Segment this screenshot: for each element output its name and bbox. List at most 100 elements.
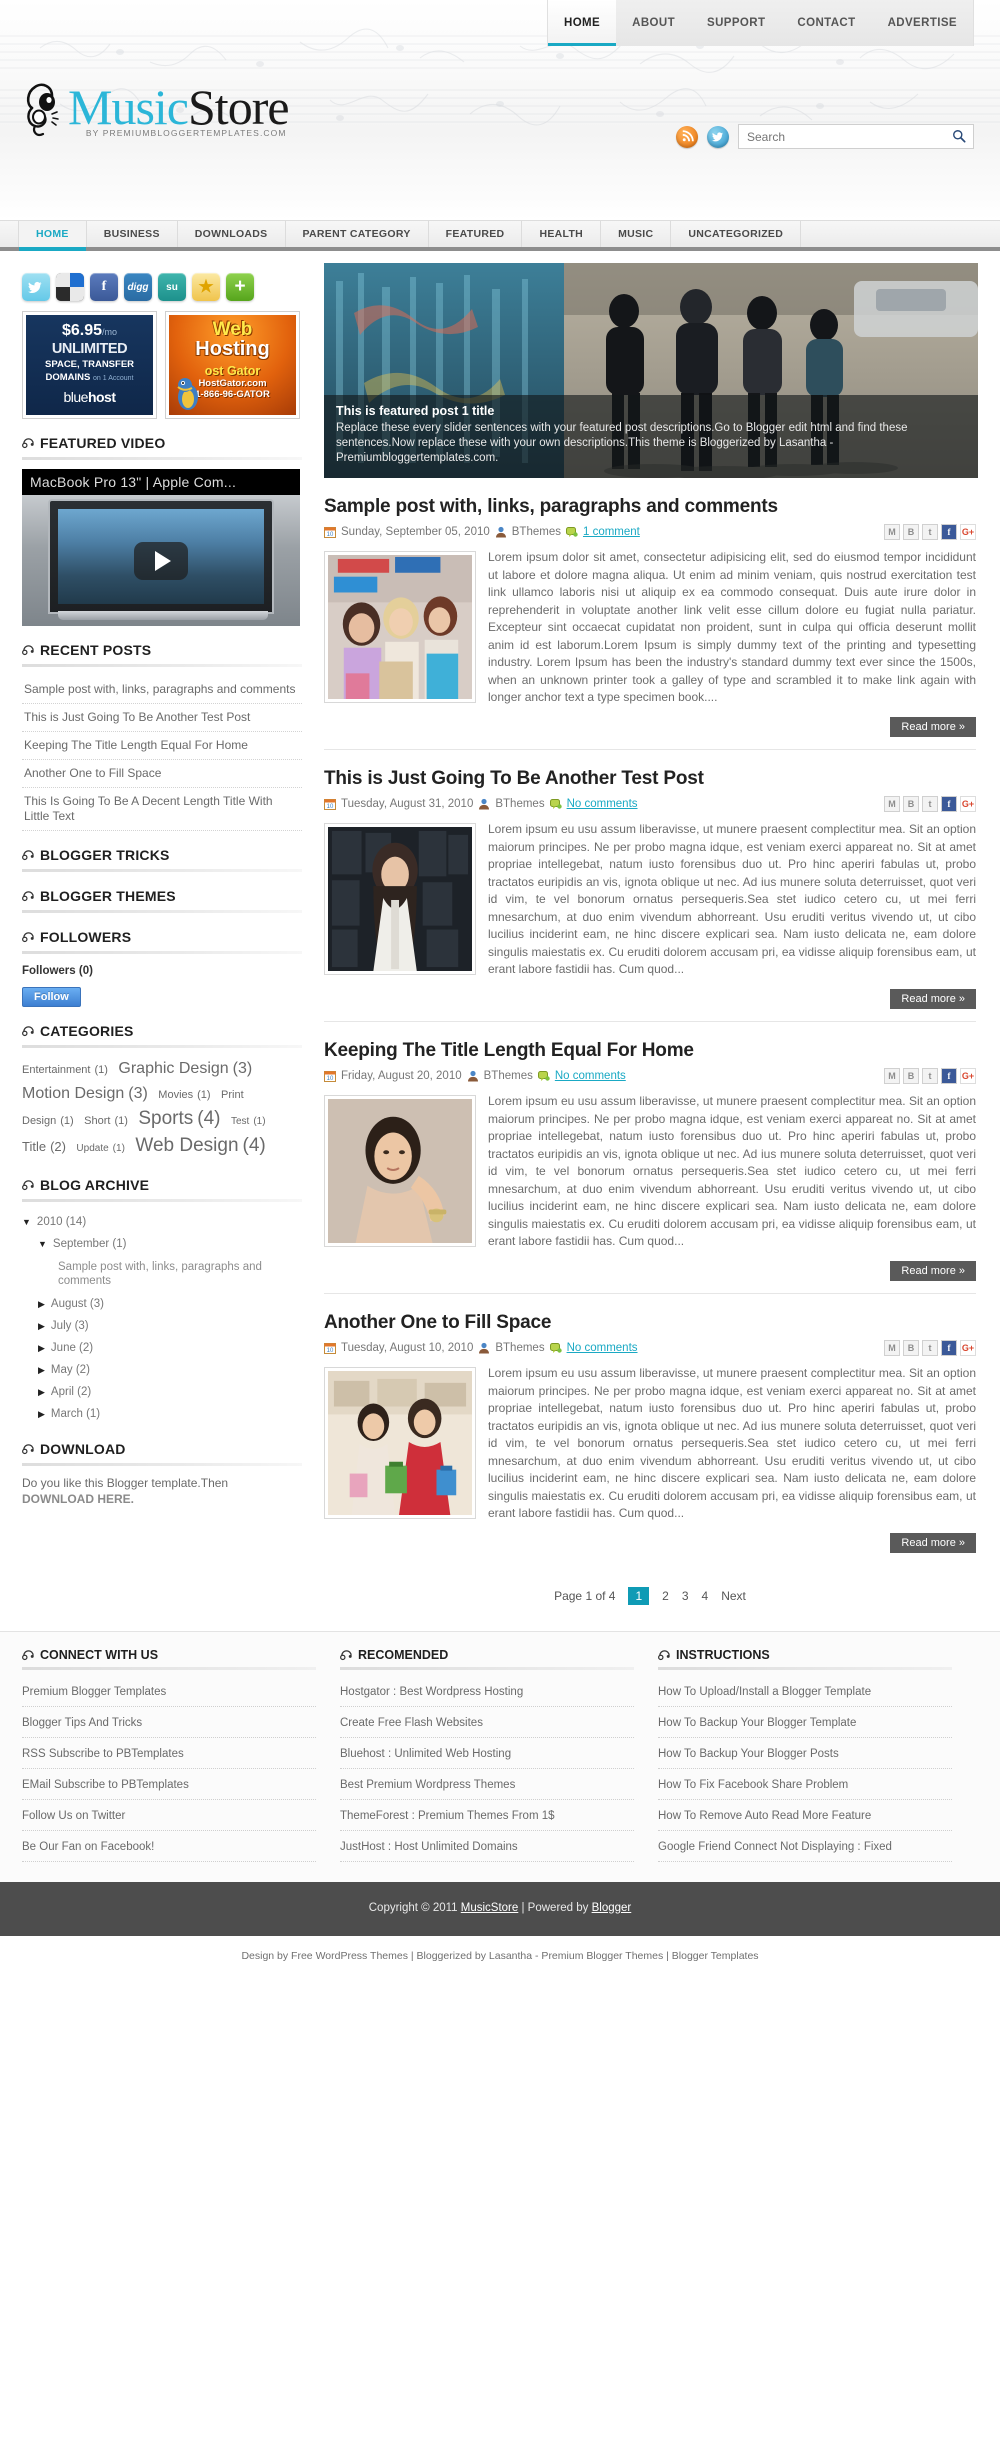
archive-month[interactable]: ▶ April (2) (22, 1381, 302, 1403)
expand-arrow-icon[interactable]: ▶ (38, 1365, 45, 1376)
list-item[interactable]: Sample post with, links, paragraphs and … (22, 676, 302, 704)
category-link-title[interactable]: Title (22, 1139, 46, 1154)
category-link-entertainment[interactable]: Entertainment (22, 1064, 90, 1076)
post-thumbnail[interactable] (324, 1095, 476, 1247)
site-logo[interactable]: MusicStore BY PREMIUMBLOGGERTEMPLATES.CO… (22, 80, 290, 138)
archive-month-label[interactable]: March (1) (51, 1408, 100, 1420)
list-item[interactable]: ThemeForest : Premium Themes From 1$ (340, 1800, 634, 1831)
list-item[interactable]: How To Fix Facebook Share Problem (658, 1769, 952, 1800)
archive-month-label[interactable]: September (1) (53, 1238, 127, 1250)
main-nav-item-parent-category[interactable]: PARENT CATEGORY (286, 221, 429, 247)
copyright-site-link[interactable]: MusicStore (461, 1902, 519, 1914)
post-comments-link[interactable]: No comments (567, 798, 638, 810)
pagination-page-2[interactable]: 2 (662, 1589, 669, 1603)
google-plus-share-icon[interactable]: G+ (960, 796, 976, 812)
main-nav-item-featured[interactable]: FEATURED (429, 221, 523, 247)
read-more-button[interactable]: Read more » (890, 1533, 976, 1553)
post-comments-link[interactable]: 1 comment (583, 526, 640, 538)
post-title-link[interactable]: Sample post with, links, paragraphs and … (324, 496, 778, 517)
footer-link[interactable]: Follow Us on Twitter (22, 1810, 125, 1822)
favorite-share-button[interactable]: ★ (192, 273, 220, 301)
search-icon[interactable] (952, 129, 966, 143)
archive-month[interactable]: ▶ July (3) (22, 1315, 302, 1337)
list-item[interactable]: Best Premium Wordpress Themes (340, 1769, 634, 1800)
footer-link[interactable]: Hostgator : Best Wordpress Hosting (340, 1686, 523, 1698)
blogger-share-icon[interactable]: B (903, 524, 919, 540)
expand-arrow-icon[interactable]: ▶ (38, 1409, 45, 1420)
gmail-share-icon[interactable]: M (884, 524, 900, 540)
archive-month[interactable]: ▶ June (2) (22, 1337, 302, 1359)
footer-link[interactable]: How To Upload/Install a Blogger Template (658, 1686, 871, 1698)
gmail-share-icon[interactable]: M (884, 1340, 900, 1356)
footer-link[interactable]: Be Our Fan on Facebook! (22, 1841, 154, 1853)
pagination-page-4[interactable]: 4 (702, 1589, 709, 1603)
list-item[interactable]: Blogger Tips And Tricks (22, 1707, 316, 1738)
twitter-share-icon[interactable]: t (922, 1340, 938, 1356)
expand-arrow-icon[interactable]: ▶ (38, 1343, 45, 1354)
pagination-next[interactable]: Next (721, 1589, 746, 1603)
list-item[interactable]: Premium Blogger Templates (22, 1676, 316, 1707)
featured-post-slider[interactable]: This is featured post 1 title Replace th… (324, 263, 978, 478)
footer-link[interactable]: JustHost : Host Unlimited Domains (340, 1841, 518, 1853)
post-thumbnail[interactable] (324, 551, 476, 703)
list-item[interactable]: Create Free Flash Websites (340, 1707, 634, 1738)
post-title-link[interactable]: This is Just Going To Be Another Test Po… (324, 768, 704, 789)
featured-video-player[interactable]: MacBook Pro 13" | Apple Com... (22, 469, 300, 626)
post-comments-link[interactable]: No comments (555, 1070, 626, 1082)
hostgator-ad[interactable]: Web Hosting ost Gator HostGator.com 1-86… (165, 311, 300, 419)
twitter-icon[interactable] (707, 125, 729, 148)
main-nav-item-health[interactable]: HEALTH (522, 221, 602, 247)
archive-post[interactable]: Sample post with, links, paragraphs and … (22, 1255, 302, 1293)
facebook-share-icon[interactable]: f (941, 524, 957, 540)
recent-post-link[interactable]: Keeping The Title Length Equal For Home (24, 738, 300, 753)
recent-post-link[interactable]: This Is Going To Be A Decent Length Titl… (24, 794, 300, 824)
twitter-share-icon[interactable]: t (922, 524, 938, 540)
search-box[interactable] (738, 124, 974, 149)
list-item[interactable]: JustHost : Host Unlimited Domains (340, 1831, 634, 1862)
archive-month-label[interactable]: June (2) (51, 1342, 93, 1354)
category-link-graphic-design[interactable]: Graphic Design (118, 1060, 228, 1077)
list-item[interactable]: How To Upload/Install a Blogger Template (658, 1676, 952, 1707)
footer-link[interactable]: Premium Blogger Templates (22, 1686, 166, 1698)
blogger-share-icon[interactable]: B (903, 796, 919, 812)
main-nav-item-business[interactable]: BUSINESS (87, 221, 178, 247)
archive-year-label[interactable]: 2010 (14) (37, 1216, 86, 1228)
pagination-page-1[interactable]: 1 (628, 1587, 650, 1605)
post-thumbnail[interactable] (324, 823, 476, 975)
archive-month[interactable]: ▶ May (2) (22, 1359, 302, 1381)
main-nav-item-home[interactable]: HOME (18, 221, 87, 251)
post-title-link[interactable]: Keeping The Title Length Equal For Home (324, 1040, 694, 1061)
list-item[interactable]: Follow Us on Twitter (22, 1800, 316, 1831)
read-more-button[interactable]: Read more » (890, 989, 976, 1009)
delicious-share-button[interactable] (56, 273, 84, 301)
expand-arrow-icon[interactable]: ▶ (38, 1387, 45, 1398)
copyright-platform-link[interactable]: Blogger (592, 1902, 632, 1914)
footer-link[interactable]: How To Remove Auto Read More Feature (658, 1810, 871, 1822)
archive-month-label[interactable]: April (2) (51, 1386, 91, 1398)
twitter-share-icon[interactable]: t (922, 796, 938, 812)
bluehost-ad[interactable]: $6.95/mo UNLIMITED SPACE, TRANSFER DOMAI… (22, 311, 157, 419)
list-item[interactable]: How To Backup Your Blogger Posts (658, 1738, 952, 1769)
post-title[interactable]: Another One to Fill Space (324, 1312, 976, 1334)
post-title[interactable]: Sample post with, links, paragraphs and … (324, 496, 976, 518)
read-more-button[interactable]: Read more » (890, 1261, 976, 1281)
category-link-short[interactable]: Short (84, 1115, 110, 1127)
blogger-share-icon[interactable]: B (903, 1340, 919, 1356)
top-nav-item-contact[interactable]: CONTACT (781, 0, 871, 46)
archive-month[interactable]: ▼ September (1) (22, 1233, 302, 1255)
post-title[interactable]: This is Just Going To Be Another Test Po… (324, 768, 976, 790)
list-item[interactable]: Be Our Fan on Facebook! (22, 1831, 316, 1862)
expand-arrow-icon[interactable]: ▼ (38, 1239, 47, 1249)
archive-year[interactable]: ▼ 2010 (14) (22, 1211, 302, 1233)
recent-post-link[interactable]: Another One to Fill Space (24, 766, 300, 781)
twitter-share-icon[interactable]: t (922, 1068, 938, 1084)
top-nav-item-about[interactable]: ABOUT (616, 0, 691, 46)
footer-link[interactable]: How To Backup Your Blogger Template (658, 1717, 856, 1729)
gmail-share-icon[interactable]: M (884, 1068, 900, 1084)
download-link[interactable]: DOWNLOAD HERE. (22, 1492, 134, 1506)
footer-link[interactable]: Best Premium Wordpress Themes (340, 1779, 515, 1791)
read-more-button[interactable]: Read more » (890, 717, 976, 737)
pagination-page-3[interactable]: 3 (682, 1589, 689, 1603)
footer-link[interactable]: RSS Subscribe to PBTemplates (22, 1748, 184, 1760)
archive-post-link[interactable]: Sample post with, links, paragraphs and … (58, 1261, 262, 1287)
